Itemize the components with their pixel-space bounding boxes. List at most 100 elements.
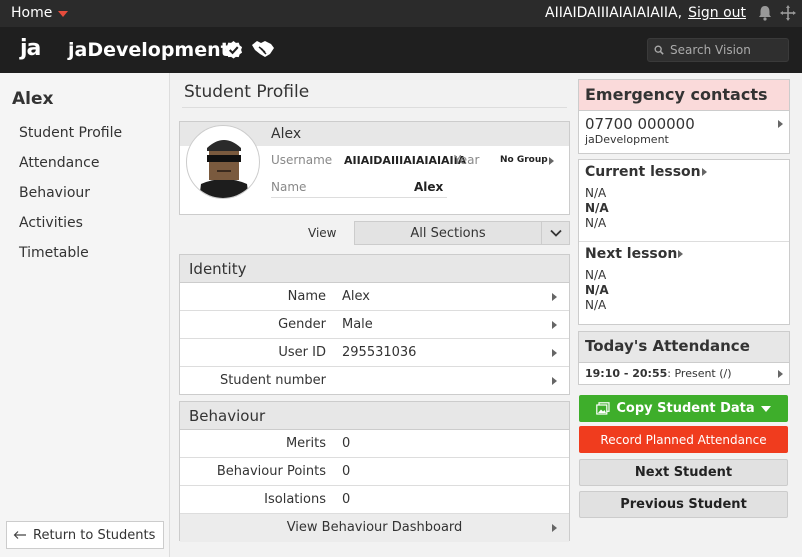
behaviour-key: Behaviour Points xyxy=(216,464,326,479)
name-underline xyxy=(271,197,447,198)
verified-badge-icon xyxy=(224,40,243,59)
view-select[interactable]: All Sections xyxy=(354,221,570,245)
view-select-value: All Sections xyxy=(410,226,486,241)
sign-out-link[interactable]: Sign out xyxy=(688,5,746,21)
identity-key: Name xyxy=(287,289,326,304)
chevron-right-icon xyxy=(778,370,783,378)
next-lesson-line: N/A xyxy=(585,283,609,297)
attendance-entry[interactable]: 19:10 - 20:55: Present (/) xyxy=(579,363,789,385)
identity-value: Alex xyxy=(342,289,370,304)
sidebar-item-attendance[interactable]: Attendance xyxy=(19,155,122,185)
identity-row-gender[interactable]: Gender Male xyxy=(180,311,569,339)
top-bar: Home AIIAIDAIIIAIAIAIAIIA, Sign out xyxy=(0,0,802,27)
emergency-org: jaDevelopment xyxy=(585,133,669,146)
copy-student-data-label: Copy Student Data xyxy=(616,401,755,416)
identity-key: Gender xyxy=(278,317,326,332)
behaviour-row-points: Behaviour Points 0 xyxy=(180,458,569,486)
identity-value: 295531036 xyxy=(342,345,417,360)
arrow-left-icon xyxy=(13,531,26,539)
sidebar: Alex Student Profile Attendance Behaviou… xyxy=(0,73,170,557)
bell-icon[interactable] xyxy=(756,4,774,22)
avatar xyxy=(186,125,260,199)
year-value[interactable]: No Group xyxy=(500,155,548,165)
current-lesson-line: N/A xyxy=(585,186,607,200)
search-input[interactable] xyxy=(670,43,788,57)
previous-student-button[interactable]: Previous Student xyxy=(579,491,788,518)
profile-name: Alex xyxy=(271,126,302,142)
move-icon[interactable] xyxy=(779,4,797,22)
home-menu[interactable]: Home xyxy=(11,5,69,21)
emergency-contact-entry[interactable]: 07700 000000 jaDevelopment xyxy=(579,111,789,153)
todays-attendance-heading: Today's Attendance xyxy=(579,332,789,363)
view-behaviour-dashboard-link[interactable]: View Behaviour Dashboard xyxy=(180,514,569,542)
identity-key: User ID xyxy=(278,345,326,360)
behaviour-key: Merits xyxy=(285,436,326,451)
behaviour-value: 0 xyxy=(342,436,351,451)
copy-student-data-button[interactable]: Copy Student Data xyxy=(579,395,788,422)
current-lesson-heading: Current lesson xyxy=(585,164,701,180)
handshake-icon xyxy=(252,41,274,57)
app-title: jaDevelopment xyxy=(68,39,230,61)
todays-attendance-card: Today's Attendance 19:10 - 20:55: Presen… xyxy=(578,331,790,385)
sidebar-item-behaviour[interactable]: Behaviour xyxy=(19,185,122,215)
app-bar: ja jaDevelopment xyxy=(0,27,802,73)
behaviour-key: Isolations xyxy=(264,492,326,507)
identity-value: Male xyxy=(342,317,373,332)
sidebar-item-student-profile[interactable]: Student Profile xyxy=(19,125,122,155)
student-name-heading: Alex xyxy=(12,89,54,109)
emergency-contacts-card: Emergency contacts 07700 000000 jaDevelo… xyxy=(578,79,790,154)
right-column: Emergency contacts 07700 000000 jaDevelo… xyxy=(578,73,802,557)
chevron-right-icon xyxy=(778,120,783,128)
lessons-card: Current lesson N/A N/A N/A Next lesson N… xyxy=(578,159,790,325)
chevron-right-icon xyxy=(552,524,557,532)
identity-key: Student number xyxy=(219,373,326,388)
emergency-phone: 07700 000000 xyxy=(585,115,695,133)
images-icon xyxy=(596,402,610,415)
username: AIIAIDAIIIAIAIAIAIIA, xyxy=(545,5,683,21)
behaviour-panel: Behaviour Merits 0 Behaviour Points 0 Is… xyxy=(179,401,570,542)
next-lesson[interactable]: Next lesson N/A N/A N/A xyxy=(579,242,789,322)
view-row: View All Sections xyxy=(179,221,570,245)
chevron-right-icon xyxy=(552,321,557,329)
sidebar-item-activities[interactable]: Activities xyxy=(19,215,122,245)
caret-down-icon xyxy=(58,11,69,17)
identity-row-student-number[interactable]: Student number xyxy=(180,367,569,395)
attendance-status: : Present (/) xyxy=(667,367,732,380)
return-to-students-button[interactable]: Return to Students xyxy=(6,521,164,549)
home-label: Home xyxy=(11,5,53,21)
identity-panel: Identity Name Alex Gender Male User ID 2… xyxy=(179,254,570,395)
year-chevron-icon xyxy=(549,157,554,165)
next-lesson-line: N/A xyxy=(585,298,607,312)
current-lesson[interactable]: Current lesson N/A N/A N/A xyxy=(579,160,789,242)
search-icon xyxy=(654,45,664,55)
sidebar-nav: Student Profile Attendance Behaviour Act… xyxy=(19,125,122,275)
return-to-students-label: Return to Students xyxy=(33,527,156,543)
year-label: Year xyxy=(454,153,480,167)
record-planned-attendance-button[interactable]: Record Planned Attendance xyxy=(579,426,788,453)
behaviour-heading: Behaviour xyxy=(180,402,569,430)
chevron-right-icon xyxy=(552,293,557,301)
next-lesson-heading: Next lesson xyxy=(585,246,678,262)
caret-down-icon xyxy=(760,405,771,412)
next-lesson-line: N/A xyxy=(585,268,607,282)
identity-row-user-id[interactable]: User ID 295531036 xyxy=(180,339,569,367)
chevron-right-icon xyxy=(678,250,684,258)
profile-card: Alex Username AIIAIDAIIIAIAIAIAIIA Year … xyxy=(179,121,570,215)
main-content: Student Profile Alex Username AIIAIDAIII… xyxy=(170,73,578,557)
behaviour-row-merits: Merits 0 xyxy=(180,430,569,458)
behaviour-value: 0 xyxy=(342,492,351,507)
search-box[interactable] xyxy=(647,38,789,62)
current-lesson-line: N/A xyxy=(585,201,609,215)
current-lesson-line: N/A xyxy=(585,216,607,230)
behaviour-row-isolations: Isolations 0 xyxy=(180,486,569,514)
next-student-button[interactable]: Next Student xyxy=(579,459,788,486)
sidebar-item-timetable[interactable]: Timetable xyxy=(19,245,122,275)
identity-row-name[interactable]: Name Alex xyxy=(180,283,569,311)
name-value: Alex xyxy=(414,180,444,194)
chevron-right-icon xyxy=(701,168,707,176)
username-label: Username xyxy=(271,153,333,167)
chevron-down-icon[interactable] xyxy=(541,222,569,244)
title-divider xyxy=(182,107,567,108)
app-logo[interactable]: ja xyxy=(20,36,41,61)
name-label: Name xyxy=(271,180,307,194)
